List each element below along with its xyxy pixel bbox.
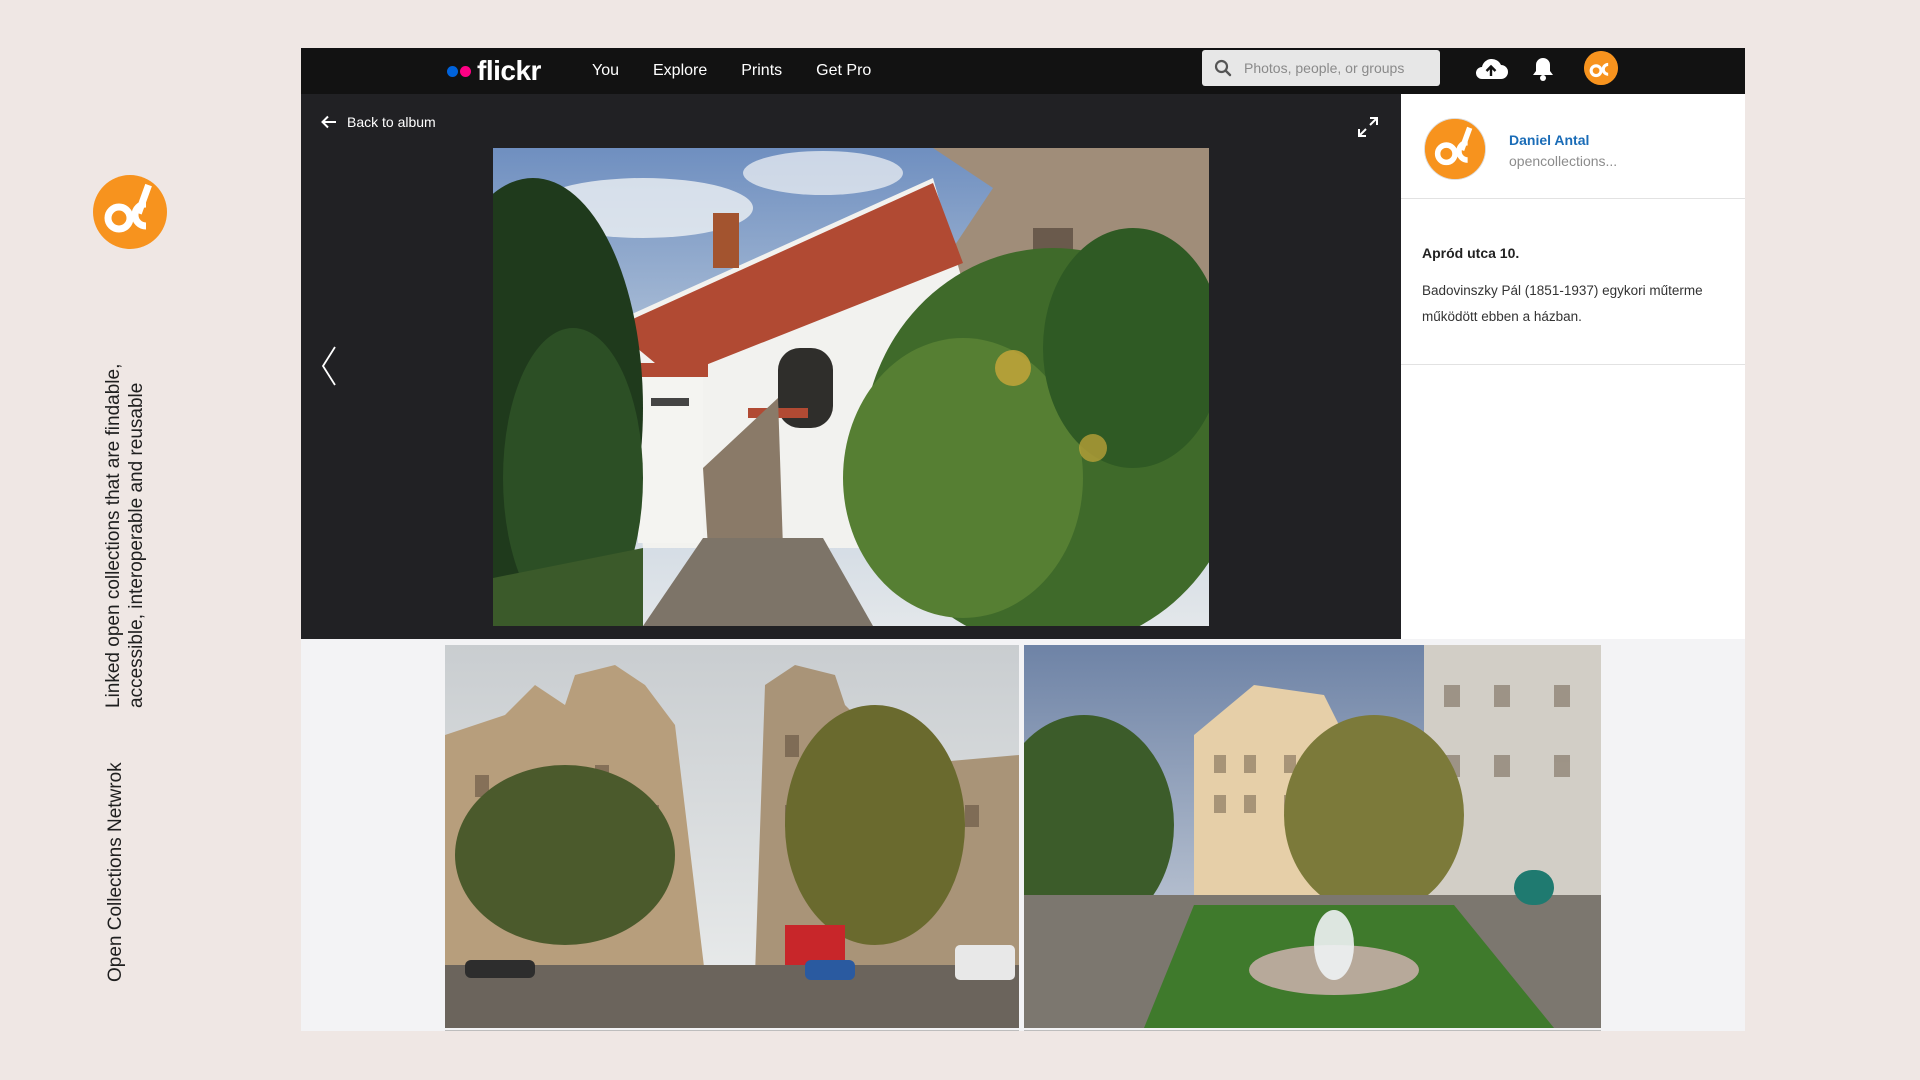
next-row-edge bbox=[445, 1030, 1019, 1031]
owner-handle: opencollections... bbox=[1509, 153, 1618, 169]
owner-avatar[interactable] bbox=[1424, 118, 1486, 180]
owner-avatar-oc-icon bbox=[1425, 119, 1485, 179]
back-label: Back to album bbox=[347, 114, 436, 130]
main-photo[interactable] bbox=[493, 148, 1209, 626]
main-nav: You Explore Prints Get Pro bbox=[592, 48, 905, 94]
nav-explore[interactable]: Explore bbox=[653, 62, 707, 80]
gallery-thumbnail[interactable] bbox=[445, 645, 1019, 1028]
bell-icon[interactable] bbox=[1531, 56, 1555, 82]
back-to-album-link[interactable]: Back to album bbox=[321, 114, 436, 130]
search-input[interactable] bbox=[1242, 59, 1426, 77]
browser-frame: flickr You Explore Prints Get Pro Photos… bbox=[301, 48, 1745, 1031]
photo-title: Apród utca 10. bbox=[1422, 245, 1520, 261]
search-box[interactable] bbox=[1202, 50, 1440, 86]
oc-logo-icon bbox=[93, 175, 167, 249]
arrow-left-icon bbox=[321, 115, 336, 129]
flickr-logo[interactable]: flickr bbox=[447, 55, 541, 86]
tagline: Linked open collections that are findabl… bbox=[103, 363, 147, 708]
gallery-thumbnail[interactable] bbox=[1024, 645, 1601, 1028]
user-avatar[interactable] bbox=[1584, 51, 1618, 85]
search-icon bbox=[1214, 59, 1232, 77]
avatar-oc-icon bbox=[1584, 51, 1618, 85]
next-row-edge bbox=[1024, 1030, 1601, 1031]
chevron-left-icon[interactable] bbox=[320, 345, 338, 387]
photo-description-section: Apród utca 10. Badovinszky Pál (1851-193… bbox=[1401, 198, 1745, 365]
owner-section: Daniel Antal opencollections... bbox=[1401, 94, 1745, 199]
network-label: Open Collections Netwrok bbox=[105, 762, 126, 982]
upload-cloud-icon[interactable] bbox=[1473, 56, 1509, 82]
flickr-blue-dot-icon bbox=[447, 65, 458, 77]
owner-name-link[interactable]: Daniel Antal bbox=[1509, 132, 1589, 148]
flickr-wordmark: flickr bbox=[477, 55, 541, 86]
nav-you[interactable]: You bbox=[592, 62, 619, 80]
photo-description: Badovinszky Pál (1851-1937) egykori műte… bbox=[1422, 283, 1703, 324]
nav-get-pro[interactable]: Get Pro bbox=[816, 62, 871, 80]
flickr-pink-dot-icon bbox=[460, 65, 471, 77]
expand-icon[interactable] bbox=[1356, 115, 1380, 139]
photo-info-sidebar: Daniel Antal opencollections... Apród ut… bbox=[1401, 94, 1745, 639]
nav-prints[interactable]: Prints bbox=[741, 62, 782, 80]
top-navigation-bar: flickr You Explore Prints Get Pro bbox=[301, 48, 1745, 94]
photo-viewer: Back to album bbox=[301, 94, 1401, 639]
